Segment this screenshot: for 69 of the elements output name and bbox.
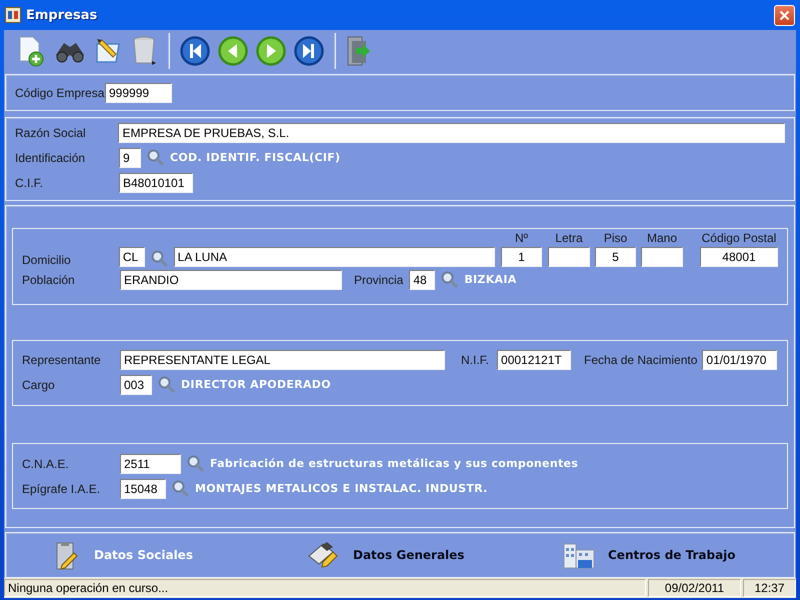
field-label: Código Empresa: [15, 86, 105, 100]
text-field[interactable]: 1: [500, 247, 542, 267]
first-button[interactable]: [180, 36, 210, 66]
text-field[interactable]: 15048: [120, 478, 166, 498]
column-label: Código Postal: [702, 231, 776, 247]
search-icon[interactable]: [150, 250, 168, 267]
field-label: Razón Social: [15, 126, 87, 140]
description-text: COD. IDENTIF. FISCAL(CIF): [170, 151, 340, 164]
field-label: Población: [22, 272, 76, 286]
previous-icon: [218, 36, 248, 66]
status-message: Ninguna operación en curso...: [4, 579, 646, 597]
field-label: C.N.A.E.: [22, 456, 70, 470]
search-icon[interactable]: [172, 480, 189, 497]
app-icon: [5, 7, 21, 23]
field-label: Provincia: [354, 272, 404, 286]
exit-button[interactable]: [346, 35, 372, 67]
field-label: Cargo: [22, 378, 56, 392]
field-label: Epígrafe I.A.E.: [22, 482, 102, 496]
field-label: Fecha de Nacimiento: [584, 352, 698, 366]
text-field[interactable]: 999999: [105, 82, 172, 102]
search-icon[interactable]: [158, 376, 175, 393]
next-icon: [256, 36, 286, 66]
description-text: BIZKAIA: [464, 273, 517, 286]
status-date: 09/02/2011: [648, 579, 741, 597]
text-field[interactable]: 5: [594, 247, 636, 267]
text-field[interactable]: B48010101: [119, 172, 193, 192]
search-icon[interactable]: [187, 455, 204, 472]
column-label: Mano: [646, 231, 677, 247]
window-title: Empresas: [26, 8, 98, 22]
previous-button[interactable]: [218, 36, 248, 66]
last-button[interactable]: [294, 36, 324, 66]
first-icon: [180, 36, 210, 66]
close-button[interactable]: [774, 4, 795, 26]
text-field[interactable]: CL: [118, 247, 145, 267]
next-button[interactable]: [256, 36, 286, 66]
field-label: N.I.F.: [461, 352, 490, 366]
text-field[interactable]: EMPRESA DE PRUEBAS, S.L.: [118, 122, 785, 142]
field-label: Domicilio: [22, 253, 72, 267]
text-field[interactable]: 003: [120, 374, 152, 394]
description-text: DIRECTOR APODERADO: [181, 378, 331, 391]
text-field[interactable]: [640, 247, 683, 267]
door-arrow-icon: [346, 35, 372, 67]
text-field[interactable]: 48001: [700, 247, 778, 267]
search-icon[interactable]: [441, 271, 458, 288]
description-text: MONTAJES METALICOS E INSTALAC. INDUSTR.: [195, 482, 488, 495]
text-field[interactable]: [548, 247, 590, 267]
field-label: C.I.F.: [15, 176, 44, 190]
text-field[interactable]: 01/01/1970: [702, 350, 778, 370]
column-label: Letra: [555, 231, 583, 247]
close-icon: [779, 10, 790, 20]
text-field[interactable]: 48: [409, 270, 436, 290]
status-time: 12:37: [743, 579, 796, 597]
text-field[interactable]: 9: [119, 148, 141, 168]
delete-button[interactable]: [132, 35, 158, 67]
text-field[interactable]: LA LUNA: [174, 247, 495, 267]
column-label: Piso: [604, 231, 628, 247]
field-label: Identificación: [15, 150, 86, 164]
text-field[interactable]: 2511: [120, 454, 181, 474]
text-field[interactable]: ERANDIO: [120, 270, 342, 290]
field-label: Representante: [22, 352, 102, 366]
column-label: Nº: [514, 231, 528, 247]
section-tab[interactable]: Datos Generales: [307, 540, 464, 570]
description-text: Fabricación de estructuras metálicas y sus componentes: [210, 457, 578, 470]
text-field[interactable]: REPRESENTANTE LEGAL: [120, 350, 445, 370]
last-icon: [294, 36, 324, 66]
text-field[interactable]: 00012121T: [497, 350, 572, 370]
trash-can-icon: [132, 35, 158, 67]
search-icon[interactable]: [147, 149, 164, 166]
section-tab[interactable]: Centros de Trabajo: [562, 540, 736, 570]
